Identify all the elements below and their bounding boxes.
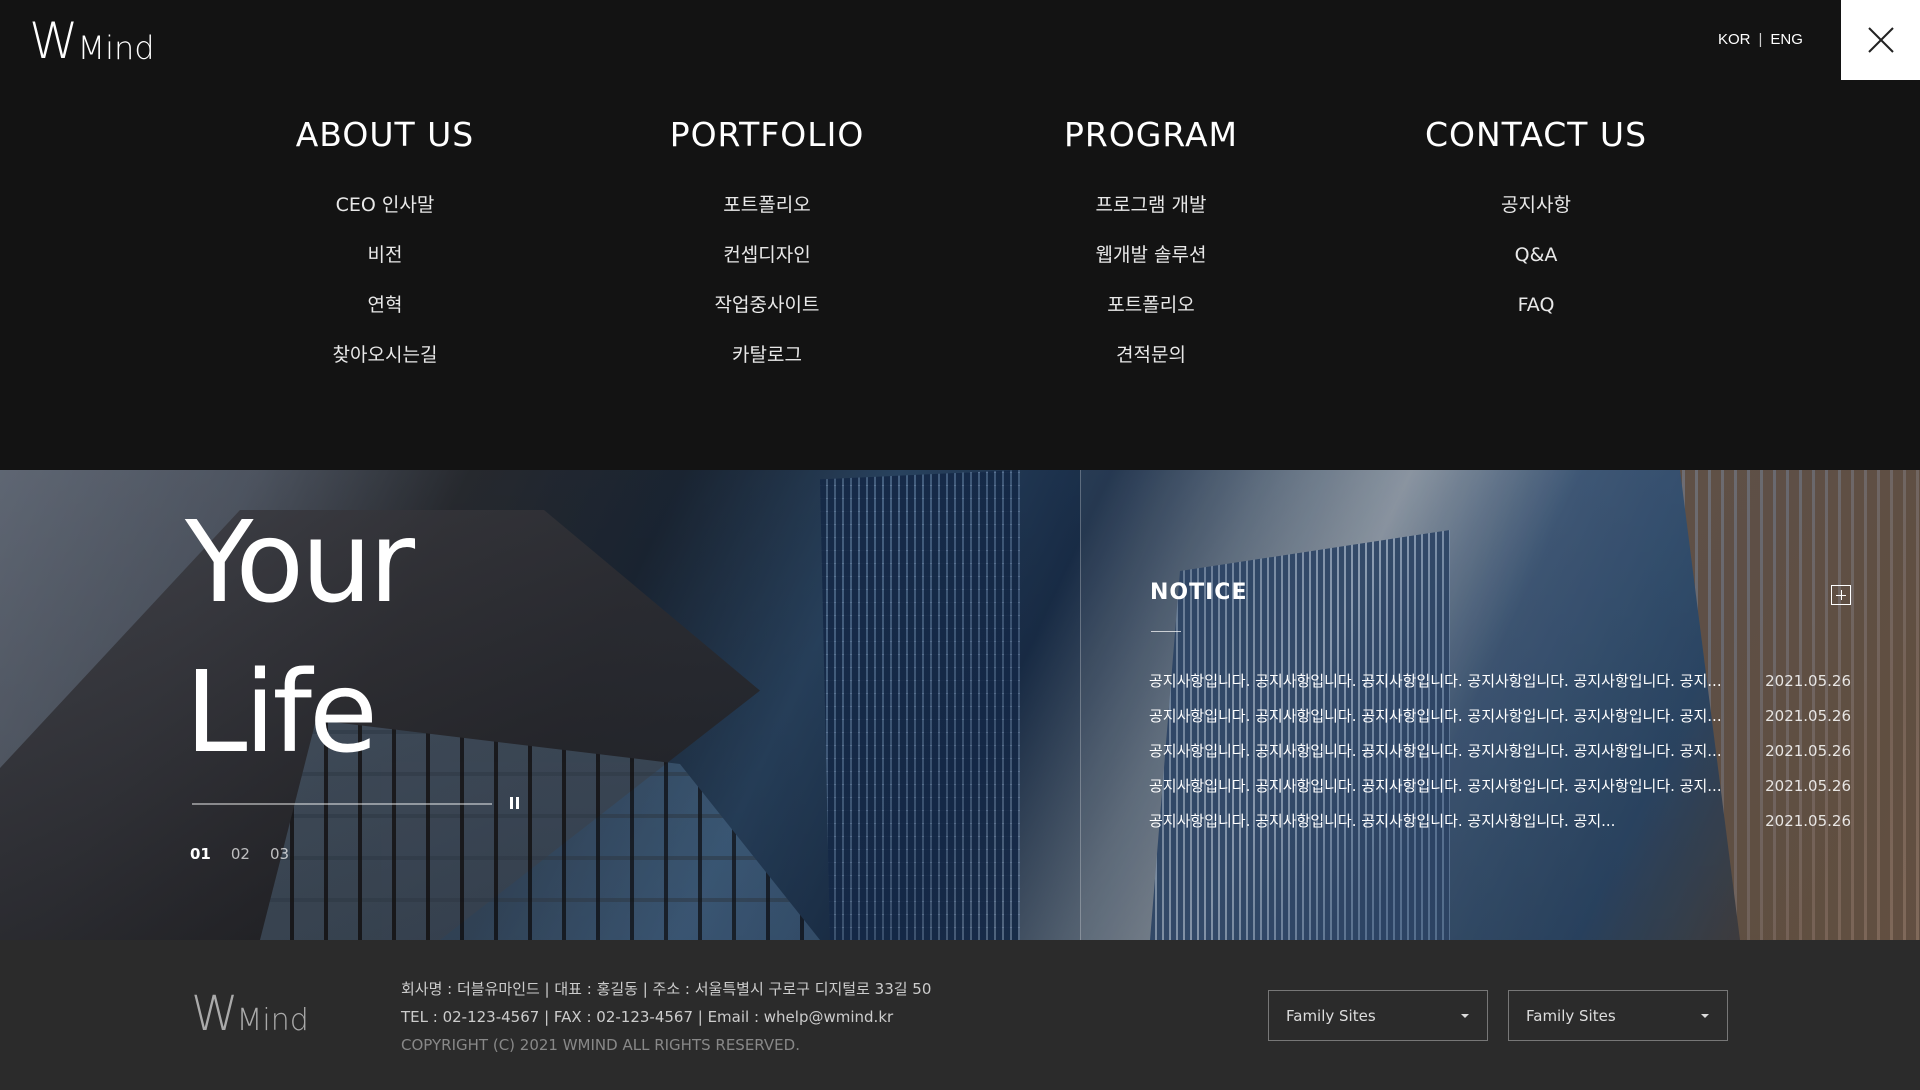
- footer-company-info: 회사명 : 더블유마인드 | 대표 : 홍길동 | 주소 : 서울특별시 구로구…: [401, 975, 931, 1059]
- slide-pager: 01 02 03: [190, 845, 289, 863]
- notice-item-text[interactable]: 공지사항입니다. 공지사항입니다. 공지사항입니다. 공지사항입니다. 공지사항…: [1149, 705, 1729, 726]
- menu-list-contact: 공지사항 Q&A FAQ: [1386, 180, 1686, 330]
- slide-page-3[interactable]: 03: [270, 845, 289, 863]
- menu-item-ceo-greeting[interactable]: CEO 인사말: [235, 180, 535, 230]
- lang-separator: |: [1758, 31, 1763, 48]
- menu-list-about: CEO 인사말 비전 연혁 찾아오시는길: [235, 180, 535, 380]
- pause-icon: [510, 797, 513, 809]
- menu-item-notice[interactable]: 공지사항: [1386, 180, 1686, 230]
- lang-kor-link[interactable]: KOR: [1718, 31, 1751, 48]
- menu-item-history[interactable]: 연혁: [235, 280, 535, 330]
- menu-heading-program[interactable]: PROGRAM: [1001, 110, 1301, 160]
- hero-title-line: Life: [185, 648, 378, 778]
- notice-item-date: 2021.05.26: [1765, 671, 1851, 690]
- caret-down-icon: [1461, 1014, 1469, 1018]
- footer-logo[interactable]: W Mind: [191, 990, 309, 1038]
- footer-company-line: 회사명 : 더블유마인드 | 대표 : 홍길동 | 주소 : 서울특별시 구로구…: [401, 980, 932, 998]
- notice-item[interactable]: 공지사항입니다. 공지사항입니다. 공지사항입니다. 공지사항입니다. 공지사항…: [1149, 768, 1851, 803]
- footer-logo-mind: Mind: [236, 1003, 309, 1038]
- slide-page-1[interactable]: 01: [190, 845, 211, 863]
- slide-page-2[interactable]: 02: [231, 845, 250, 863]
- pause-icon: [516, 797, 519, 809]
- notice-item-date: 2021.05.26: [1765, 811, 1851, 830]
- logo-mind: Mind: [77, 29, 155, 67]
- language-switcher: KOR | ENG: [1718, 31, 1803, 48]
- hero-title-line: Your: [185, 498, 415, 628]
- notice-item[interactable]: 공지사항입니다. 공지사항입니다. 공지사항입니다. 공지사항입니다. 공지사항…: [1149, 733, 1851, 768]
- menu-heading-contact[interactable]: CONTACT US: [1386, 110, 1686, 160]
- notice-item-date: 2021.05.26: [1765, 741, 1851, 760]
- menu-item-program-portfolio[interactable]: 포트폴리오: [1001, 280, 1301, 330]
- menu-item-vision[interactable]: 비전: [235, 230, 535, 280]
- family-sites-label: Family Sites: [1526, 1006, 1616, 1025]
- logo[interactable]: W Mind: [29, 16, 155, 66]
- menu-item-concept-design[interactable]: 컨셉디자인: [617, 230, 917, 280]
- menu-item-portfolio[interactable]: 포트폴리오: [617, 180, 917, 230]
- menu-column-about: ABOUT US CEO 인사말 비전 연혁 찾아오시는길: [235, 110, 535, 380]
- logo-w: W: [29, 12, 78, 70]
- notice-item-text[interactable]: 공지사항입니다. 공지사항입니다. 공지사항입니다. 공지사항입니다. 공지사항…: [1149, 740, 1729, 761]
- notice-item-date: 2021.05.26: [1765, 706, 1851, 725]
- family-sites-select-1[interactable]: Family Sites: [1268, 990, 1488, 1041]
- family-sites-select-2[interactable]: Family Sites: [1508, 990, 1728, 1041]
- mega-menu: ABOUT US CEO 인사말 비전 연혁 찾아오시는길 PORTFOLIO …: [0, 80, 1920, 470]
- menu-column-contact: CONTACT US 공지사항 Q&A FAQ: [1386, 110, 1686, 330]
- hero-background-building: [820, 470, 1020, 940]
- menu-heading-portfolio[interactable]: PORTFOLIO: [617, 110, 917, 160]
- menu-item-catalog[interactable]: 카탈로그: [617, 330, 917, 380]
- header: W Mind KOR | ENG: [0, 0, 1920, 80]
- notice-item-text[interactable]: 공지사항입니다. 공지사항입니다. 공지사항입니다. 공지사항입니다. 공지사항…: [1149, 670, 1729, 691]
- pause-button[interactable]: [510, 797, 522, 811]
- close-menu-button[interactable]: [1841, 0, 1920, 80]
- menu-list-program: 프로그램 개발 웹개발 솔루션 포트폴리오 견적문의: [1001, 180, 1301, 380]
- hero-title: Your Life: [185, 488, 415, 788]
- footer-logo-w: W: [191, 986, 238, 1042]
- notice-item[interactable]: 공지사항입니다. 공지사항입니다. 공지사항입니다. 공지사항입니다. 공지사항…: [1149, 663, 1851, 698]
- footer: W Mind 회사명 : 더블유마인드 | 대표 : 홍길동 | 주소 : 서울…: [0, 940, 1920, 1090]
- menu-column-program: PROGRAM 프로그램 개발 웹개발 솔루션 포트폴리오 견적문의: [1001, 110, 1301, 380]
- notice-item-text[interactable]: 공지사항입니다. 공지사항입니다. 공지사항입니다. 공지사항입니다. 공지..…: [1149, 810, 1729, 831]
- footer-contact-line: TEL : 02-123-4567 | FAX : 02-123-4567 | …: [401, 1008, 894, 1026]
- menu-column-portfolio: PORTFOLIO 포트폴리오 컨셉디자인 작업중사이트 카탈로그: [617, 110, 917, 380]
- family-sites-label: Family Sites: [1286, 1006, 1376, 1025]
- menu-item-faq[interactable]: FAQ: [1386, 280, 1686, 330]
- menu-item-estimate-inquiry[interactable]: 견적문의: [1001, 330, 1301, 380]
- footer-copyright: COPYRIGHT (C) 2021 WMIND ALL RIGHTS RESE…: [401, 1036, 800, 1054]
- notice-list: 공지사항입니다. 공지사항입니다. 공지사항입니다. 공지사항입니다. 공지사항…: [1149, 663, 1851, 838]
- menu-heading-about[interactable]: ABOUT US: [235, 110, 535, 160]
- menu-item-web-solution[interactable]: 웹개발 솔루션: [1001, 230, 1301, 280]
- menu-list-portfolio: 포트폴리오 컨셉디자인 작업중사이트 카탈로그: [617, 180, 917, 380]
- notice-item-date: 2021.05.26: [1765, 776, 1851, 795]
- menu-item-sites-in-progress[interactable]: 작업중사이트: [617, 280, 917, 330]
- notice-title: NOTICE: [1150, 580, 1248, 605]
- notice-item[interactable]: 공지사항입니다. 공지사항입니다. 공지사항입니다. 공지사항입니다. 공지사항…: [1149, 698, 1851, 733]
- notice-item-text[interactable]: 공지사항입니다. 공지사항입니다. 공지사항입니다. 공지사항입니다. 공지사항…: [1149, 775, 1729, 796]
- close-icon: [1867, 27, 1894, 53]
- caret-down-icon: [1701, 1014, 1709, 1018]
- menu-item-directions[interactable]: 찾아오시는길: [235, 330, 535, 380]
- hero-slider: Your Life 01 02 03 NOTICE 공지사항입니다. 공지사항입…: [0, 470, 1920, 940]
- menu-item-qna[interactable]: Q&A: [1386, 230, 1686, 280]
- notice-divider: [1151, 631, 1181, 632]
- notice-more-plus-icon[interactable]: [1831, 585, 1851, 605]
- lang-eng-link[interactable]: ENG: [1770, 31, 1803, 48]
- menu-item-program-development[interactable]: 프로그램 개발: [1001, 180, 1301, 230]
- slide-progress-bar: [192, 803, 492, 805]
- notice-item[interactable]: 공지사항입니다. 공지사항입니다. 공지사항입니다. 공지사항입니다. 공지..…: [1149, 803, 1851, 838]
